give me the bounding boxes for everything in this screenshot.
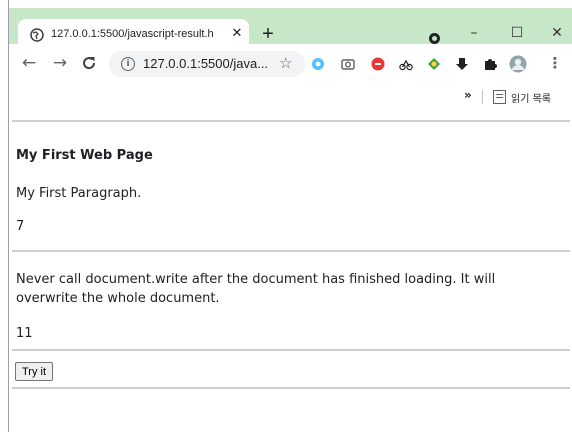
close-window-button[interactable]: ✕: [545, 22, 569, 44]
page-heading: My First Web Page: [16, 148, 153, 163]
horizontal-rule: [12, 387, 570, 389]
reading-list-label[interactable]: 읽기 목록: [511, 90, 551, 105]
horizontal-rule: [12, 250, 570, 252]
first-paragraph: My First Paragraph.: [16, 186, 142, 201]
bookmarks-bar: » 읽기 목록: [9, 84, 572, 110]
snowflake-extension-icon[interactable]: [311, 57, 325, 71]
try-it-button[interactable]: Try it: [15, 362, 54, 381]
url-text: 127.0.0.1:5500/java...: [143, 56, 269, 71]
address-bar[interactable]: i 127.0.0.1:5500/java... ☆: [109, 51, 305, 77]
profile-icon[interactable]: [429, 33, 440, 44]
info-icon[interactable]: i: [121, 57, 135, 71]
close-tab-icon[interactable]: ✕: [228, 25, 246, 43]
horizontal-rule: [12, 120, 570, 122]
avatar[interactable]: [509, 55, 527, 73]
bookmarks-overflow-button[interactable]: »: [464, 88, 472, 102]
minimize-button[interactable]: –: [462, 22, 486, 44]
result-output-1: 7: [16, 219, 25, 234]
menu-kebab-icon[interactable]: ⋮: [545, 53, 565, 73]
globe-icon: [30, 28, 44, 42]
tab-strip: 127.0.0.1:5500/javascript-result.h ✕ + –…: [9, 8, 572, 52]
forward-icon[interactable]: →: [50, 53, 70, 73]
reading-list-icon[interactable]: [493, 90, 506, 104]
tab-title: 127.0.0.1:5500/javascript-result.h: [51, 28, 214, 40]
browser-window: 127.0.0.1:5500/javascript-result.h ✕ + –…: [8, 0, 572, 432]
back-icon[interactable]: ←: [19, 53, 39, 73]
red-extension-icon[interactable]: [371, 57, 385, 71]
download-extension-icon[interactable]: [455, 57, 469, 71]
bookmark-star-icon[interactable]: ☆: [279, 54, 292, 72]
horizontal-rule: [12, 349, 570, 351]
page-content: My First Web Page My First Paragraph. 7 …: [9, 110, 572, 432]
extensions-puzzle-icon[interactable]: [483, 57, 497, 71]
reload-icon[interactable]: [80, 54, 98, 72]
warning-message: Never call document.write after the docu…: [16, 272, 496, 306]
camera-extension-icon[interactable]: [341, 57, 355, 71]
bookmarks-divider: [482, 90, 483, 104]
new-tab-button[interactable]: +: [257, 23, 279, 45]
colorful-extension-icon[interactable]: [427, 57, 441, 71]
cycling-extension-icon[interactable]: [399, 57, 413, 71]
result-output-2: 11: [16, 326, 33, 341]
browser-toolbar: ← → i 127.0.0.1:5500/java... ☆ ⋮: [9, 44, 572, 84]
maximize-button[interactable]: ☐: [505, 22, 529, 44]
